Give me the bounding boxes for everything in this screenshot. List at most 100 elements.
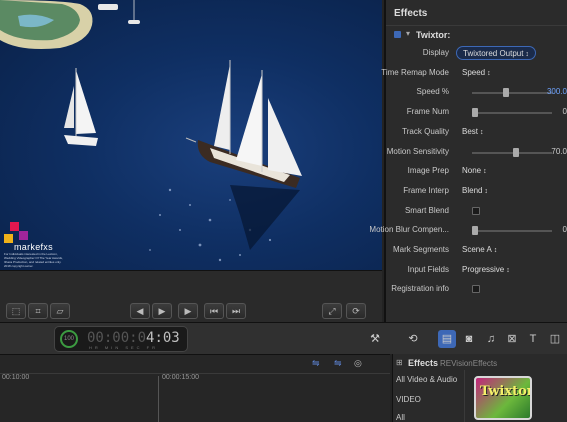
transform-icon[interactable]: ⌗ — [28, 303, 48, 319]
snapping-icon[interactable]: ◎ — [354, 358, 362, 369]
ruler-mark: 00:10:00 — [2, 374, 30, 381]
param-label: Mark Segments — [392, 245, 449, 254]
param-label: Input Fields — [407, 264, 449, 274]
param-label: Image Prep — [407, 166, 449, 176]
param-popup[interactable]: Twixtored Output ↕ — [456, 46, 536, 60]
distort-icon[interactable]: ▱ — [50, 303, 70, 319]
param-row: Motion Blur Compen... 0 — [369, 222, 567, 240]
generators-browser-icon[interactable]: ◫ — [546, 330, 564, 348]
solo-icon[interactable]: ⇋ — [334, 358, 342, 369]
effects-source: REVisionEffects — [440, 359, 498, 368]
param-row: Frame Num 0 — [386, 104, 567, 122]
previous-frame-button[interactable]: ◀ — [130, 303, 150, 319]
param-value[interactable]: 0 — [563, 107, 567, 116]
transitions-browser-icon[interactable]: ⊠ — [503, 330, 521, 348]
popup-chevron-icon: ↕ — [478, 128, 484, 136]
transport-bar: ⬚ ⌗ ▱ ◀ ▶ ▶ ⏮ ⏭ ⤢ ⟳ — [0, 270, 382, 322]
effects-inspector: Effects ▾ Twixtor: Display Twixtored Outp… — [369, 0, 567, 322]
param-row: Motion Sensitivity 70.0 — [386, 144, 567, 162]
param-popup-value: None — [462, 166, 482, 176]
photo-browser-icon[interactable]: ◙ — [460, 330, 478, 348]
slider-knob[interactable] — [472, 108, 478, 118]
titles-browser-icon[interactable]: T — [524, 330, 542, 348]
param-slider[interactable] — [472, 147, 552, 157]
param-popup[interactable]: Speed ↕ — [456, 66, 497, 80]
brand-logo-text: markefxs — [14, 242, 53, 252]
param-row: Smart Blend — [386, 203, 567, 221]
popup-chevron-icon: ↕ — [481, 168, 487, 176]
effects-browser-title: Effects — [408, 358, 439, 368]
category-all-video-audio[interactable]: All Video & Audio — [396, 375, 457, 384]
param-row: Mark Segments Scene A ↕ — [386, 242, 567, 260]
category-video[interactable]: VIDEO — [396, 395, 421, 404]
disclosure-triangle-icon[interactable]: ▾ — [406, 29, 410, 38]
timecode-units: HR MIN SEC FR — [89, 345, 158, 350]
param-value[interactable]: 70.0 — [551, 147, 567, 156]
param-value[interactable]: 300.0 — [547, 87, 567, 96]
select-tool-icon[interactable]: ⚒ — [366, 330, 384, 348]
param-popup[interactable]: None ↕ — [456, 164, 493, 178]
next-frame-button[interactable]: ▶ — [152, 303, 172, 319]
param-popup[interactable]: Blend ↕ — [456, 184, 494, 198]
param-slider[interactable] — [472, 108, 552, 118]
twixtor-effect-thumbnail[interactable]: Twixtor — [474, 376, 532, 420]
effect-name: Twixtor: — [416, 30, 451, 40]
slider-knob[interactable] — [503, 88, 510, 98]
param-popup[interactable]: Progressive ↕ — [456, 263, 516, 277]
param-popup[interactable]: Scene A ↕ — [456, 243, 503, 257]
param-popup[interactable]: Best ↕ — [456, 125, 489, 139]
popup-chevron-icon: ↕ — [491, 247, 498, 254]
loop-icon[interactable]: ⟳ — [346, 303, 366, 319]
popup-chevron-icon: ↕ — [504, 266, 510, 274]
param-label: Display — [422, 48, 449, 57]
brand-fine-print: For Individuals interested in the Lexico… — [4, 252, 63, 268]
popup-chevron-icon: ↕ — [523, 51, 529, 58]
slider-knob[interactable] — [512, 147, 519, 157]
media-browser-icon[interactable]: ▤ — [438, 330, 456, 348]
go-to-start-button[interactable]: ⏮ — [204, 303, 224, 319]
audio-meter-icon[interactable]: ⇋ — [312, 358, 320, 369]
crop-icon[interactable]: ⬚ — [6, 303, 26, 319]
param-value[interactable]: 0 — [563, 225, 567, 234]
video-viewer[interactable]: markefxs For Individuals interested in t… — [0, 0, 382, 270]
param-checkbox[interactable] — [472, 206, 480, 215]
param-row: Input Fields Progressive ↕ — [386, 262, 567, 280]
param-slider[interactable] — [472, 226, 552, 236]
video-frame — [0, 0, 302, 262]
fullscreen-icon[interactable]: ⤢ — [322, 303, 342, 319]
timecode-value: 00:00:04:03 — [87, 330, 180, 346]
param-checkbox[interactable] — [472, 285, 480, 294]
play-button[interactable]: ▶ — [178, 303, 198, 319]
param-popup-value: Best — [462, 126, 479, 136]
retime-icon[interactable]: ⟲ — [404, 330, 422, 348]
inspector-title: Effects — [386, 0, 567, 26]
param-label: Speed % — [416, 87, 449, 97]
audio-browser-icon[interactable]: ♫ — [482, 330, 500, 348]
timecode-display[interactable]: 100 00:00:04:03 HR MIN SEC FR — [54, 326, 188, 352]
param-label: Registration info — [391, 284, 449, 294]
param-popup-value: Speed — [462, 67, 486, 77]
param-row: Speed % 300.0 — [386, 84, 567, 102]
param-slider[interactable] — [472, 88, 552, 98]
app-window: markefxs For Individuals interested in t… — [0, 0, 567, 422]
param-popup-value: Scene A — [462, 245, 492, 254]
effects-browser-icon: ⊞ — [396, 358, 403, 367]
param-row: Frame Interp Blend ↕ — [386, 183, 567, 201]
popup-chevron-icon: ↕ — [482, 187, 488, 195]
param-popup-value: Twixtored Output — [463, 49, 524, 58]
go-to-end-button[interactable]: ⏭ — [226, 303, 246, 319]
effect-enable-checkbox[interactable] — [394, 31, 401, 38]
param-row: Registration info — [386, 281, 567, 299]
param-popup-value: Progressive — [462, 264, 505, 274]
param-row: Display Twixtored Output ↕ — [386, 45, 567, 63]
playhead-line[interactable] — [158, 376, 159, 422]
timecode-ring: 100 — [60, 330, 78, 348]
param-label: Motion Sensitivity — [386, 146, 449, 156]
slider-knob[interactable] — [472, 226, 478, 236]
popup-chevron-icon: ↕ — [485, 69, 491, 77]
category-all[interactable]: All — [396, 413, 405, 422]
param-label: Frame Num — [406, 107, 449, 117]
param-popup-value: Blend — [462, 185, 483, 195]
param-label: Track Quality — [402, 126, 449, 136]
param-row: Time Remap Mode Speed ↕ — [381, 65, 567, 83]
